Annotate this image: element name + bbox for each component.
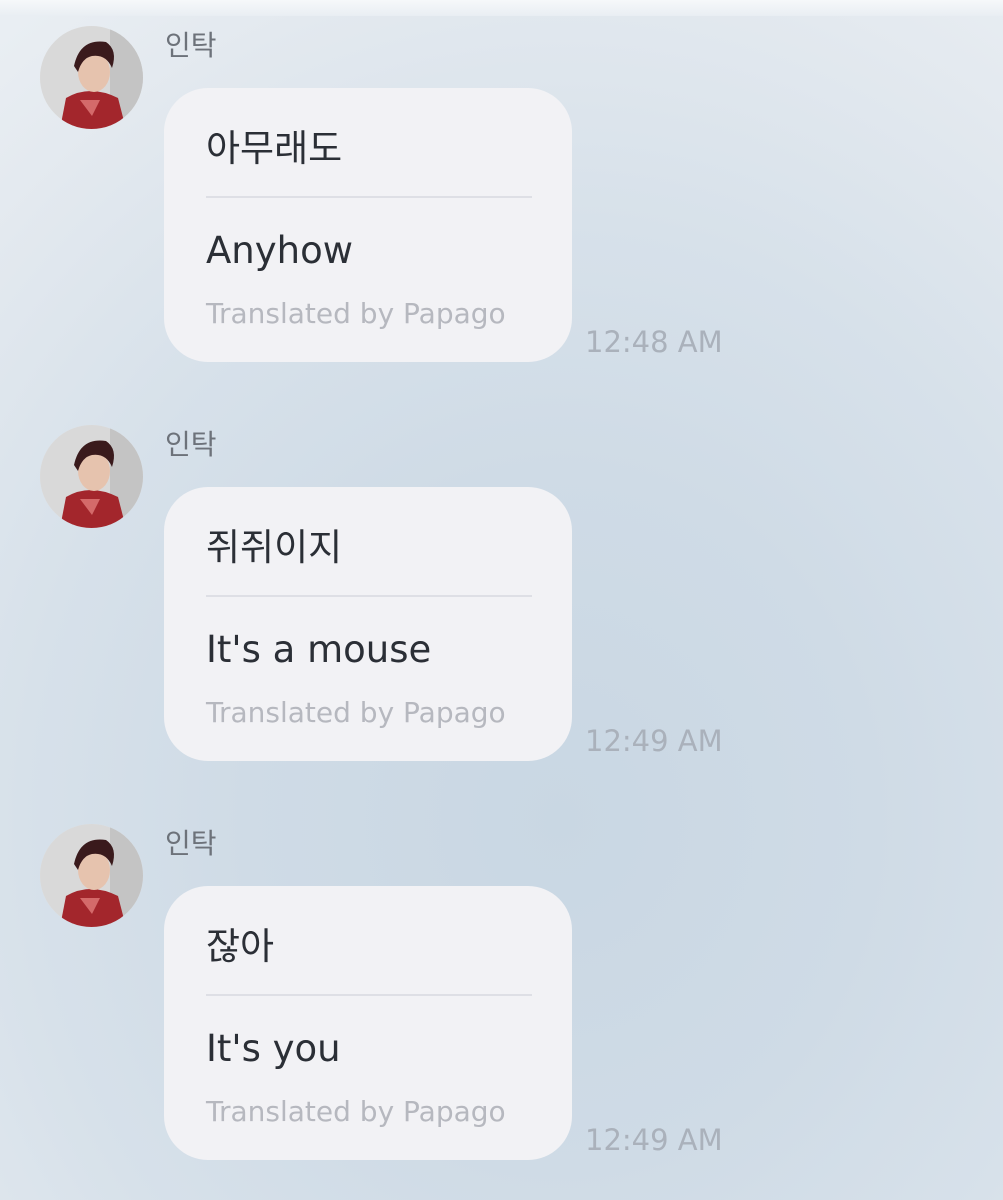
original-message-text: 쥐쥐이지	[206, 526, 343, 569]
message-item: 인탁 쥐쥐이지 It's a mouse Translated by Papag…	[0, 425, 1003, 785]
message-item: 인탁 잖아 It's you Translated by Papago 12:4…	[0, 824, 1003, 1184]
avatar[interactable]	[40, 425, 143, 528]
translated-message-text: Anyhow	[206, 229, 354, 272]
translator-credit: Translated by Papago	[206, 297, 506, 330]
sender-name: 인탁	[165, 827, 217, 860]
message-bubble[interactable]: 쥐쥐이지 It's a mouse Translated by Papago	[164, 487, 572, 761]
message-bubble[interactable]: 아무래도 Anyhow Translated by Papago	[164, 88, 572, 362]
translated-message-text: It's you	[206, 1027, 341, 1070]
message-item: 인탁 아무래도 Anyhow Translated by Papago 12:4…	[0, 26, 1003, 386]
message-timestamp: 12:49 AM	[585, 1123, 723, 1157]
message-timestamp: 12:48 AM	[585, 325, 723, 359]
sender-name: 인탁	[165, 29, 217, 62]
message-timestamp: 12:49 AM	[585, 724, 723, 758]
translator-credit: Translated by Papago	[206, 1095, 506, 1128]
divider	[206, 595, 532, 597]
original-message-text: 잖아	[206, 925, 275, 968]
translator-credit: Translated by Papago	[206, 696, 506, 729]
original-message-text: 아무래도	[206, 127, 343, 170]
top-bar	[0, 0, 1003, 16]
message-bubble[interactable]: 잖아 It's you Translated by Papago	[164, 886, 572, 1160]
translated-message-text: It's a mouse	[206, 628, 432, 671]
divider	[206, 196, 532, 198]
avatar[interactable]	[40, 824, 143, 927]
divider	[206, 994, 532, 996]
sender-name: 인탁	[165, 428, 217, 461]
avatar[interactable]	[40, 26, 143, 129]
